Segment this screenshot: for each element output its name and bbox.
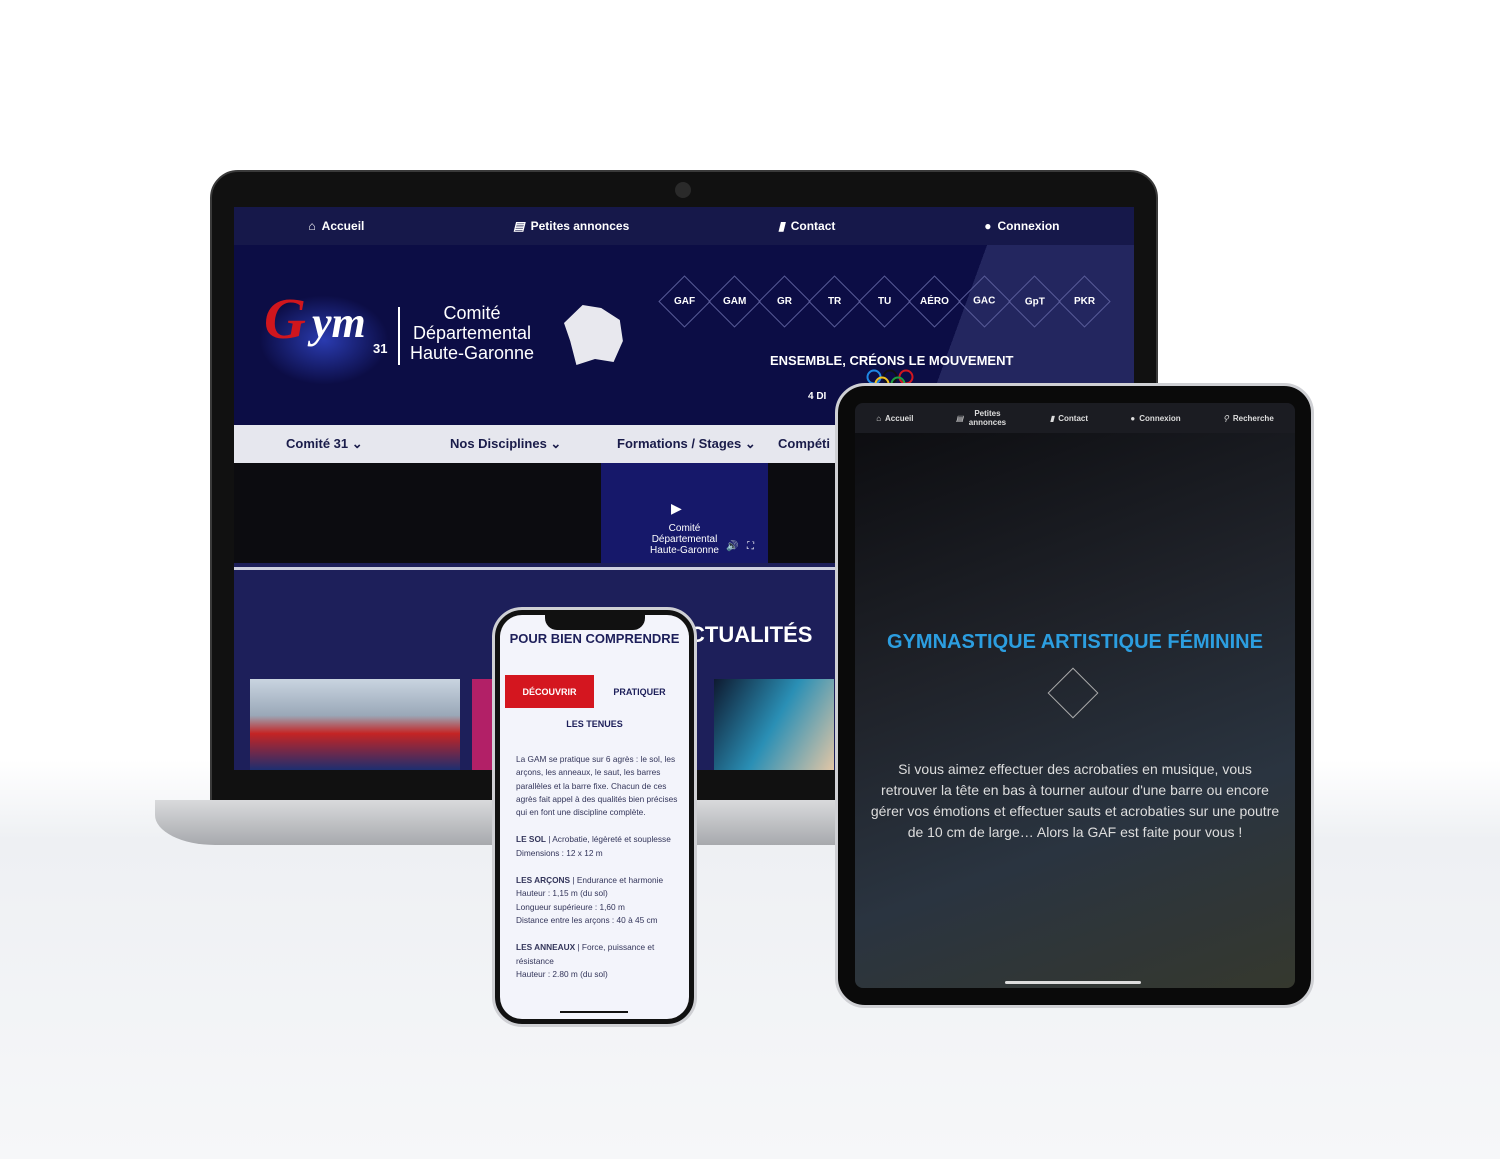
gymnast-beam-icon bbox=[1047, 667, 1099, 719]
volume-icon[interactable]: 🔊 bbox=[726, 541, 738, 552]
home-indicator bbox=[1005, 981, 1141, 984]
discipline-gpt[interactable]: GpT bbox=[1008, 275, 1061, 328]
discipline-gam[interactable]: GAM bbox=[708, 275, 761, 328]
slogan: ENSEMBLE, CRÉONS LE MOUVEMENT bbox=[770, 353, 1014, 368]
video-caption: Comité Départemental Haute-Garonne bbox=[650, 523, 719, 556]
discipline-tr[interactable]: TR bbox=[808, 275, 861, 328]
discipline-gaf[interactable]: GAF bbox=[658, 275, 711, 328]
list-icon: ▤ bbox=[955, 413, 964, 423]
discipline-gr[interactable]: GR bbox=[758, 275, 811, 328]
france-map bbox=[564, 305, 623, 365]
nav-connexion[interactable]: ● Connexion bbox=[984, 219, 1059, 233]
logo-number: 31 bbox=[373, 341, 388, 356]
tab-decouvrir[interactable]: DÉCOUVRIR bbox=[505, 675, 594, 708]
news-title: CTUALITÉS bbox=[689, 622, 813, 647]
discipline-aero[interactable]: AÉRO bbox=[908, 275, 961, 328]
nav-accueil[interactable]: ⌂ Accueil bbox=[308, 219, 364, 233]
committee-name: Comité Départemental Haute-Garonne bbox=[409, 303, 535, 363]
home-icon: ⌂ bbox=[876, 413, 882, 423]
nav-contact[interactable]: ▮ Contact bbox=[1050, 414, 1088, 423]
user-icon: ● bbox=[984, 219, 992, 233]
news-image[interactable] bbox=[250, 679, 460, 770]
play-icon[interactable]: ▶ bbox=[671, 501, 682, 515]
home-indicator bbox=[560, 1011, 628, 1013]
nav-petites-annonces[interactable]: ▤ Petites annonces bbox=[513, 219, 629, 233]
tabs: DÉCOUVRIR PRATIQUER bbox=[505, 675, 685, 708]
menu-comite[interactable]: Comité 31 ⌄ bbox=[286, 436, 363, 452]
fullscreen-icon[interactable]: ⛶ bbox=[747, 541, 754, 552]
nav-petites-annonces[interactable]: ▤ Petites annonces bbox=[956, 409, 1008, 427]
content: La GAM se pratique sur 6 agrès : le sol,… bbox=[516, 753, 678, 995]
contact-card-icon: ▮ bbox=[1049, 413, 1055, 423]
laptop-camera bbox=[675, 182, 691, 198]
home-icon: ⌂ bbox=[308, 219, 316, 233]
menu-formations[interactable]: Formations / Stages ⌄ bbox=[617, 436, 756, 452]
menu-disciplines[interactable]: Nos Disciplines ⌄ bbox=[450, 436, 561, 452]
nav-recherche[interactable]: ⚲ Recherche bbox=[1223, 414, 1274, 423]
nav-accueil[interactable]: ⌂ Accueil bbox=[876, 414, 913, 423]
logo-ym: ym bbox=[312, 298, 366, 347]
discipline-tu[interactable]: TU bbox=[858, 275, 911, 328]
section-title: POUR BIEN COMPRENDRE bbox=[509, 631, 680, 646]
hero-subtext: 4 DI bbox=[808, 391, 827, 402]
discipline-gac[interactable]: GAC bbox=[958, 275, 1011, 328]
contact-card-icon: ▮ bbox=[778, 219, 785, 233]
logo[interactable]: G bbox=[264, 285, 306, 352]
discipline-description: Si vous aimez effectuer des acrobaties e… bbox=[870, 761, 1280, 840]
section-sol: LE SOL | Acrobatie, légèreté et soupless… bbox=[516, 834, 671, 858]
intro-text: La GAM se pratique sur 6 agrès : le sol,… bbox=[516, 754, 678, 818]
tab-pratiquer[interactable]: PRATIQUER bbox=[594, 675, 685, 708]
news-image[interactable] bbox=[472, 679, 492, 770]
menu-competitions[interactable]: Compéti bbox=[778, 436, 830, 451]
nav-connexion[interactable]: ● Connexion bbox=[1130, 414, 1180, 423]
user-icon: ● bbox=[1130, 413, 1136, 423]
tablet-screen: ⌂ Accueil ▤ Petites annonces ▮ Contact ● Con… bbox=[855, 403, 1295, 988]
tab-les-tenues[interactable]: LES TENUES bbox=[500, 719, 689, 729]
discipline-pkr[interactable]: PKR bbox=[1058, 275, 1111, 328]
phone-notch bbox=[545, 612, 645, 630]
section-anneaux: LES ANNEAUX | Force, puissance et résist… bbox=[516, 942, 655, 979]
search-icon: ⚲ bbox=[1223, 413, 1229, 423]
top-nav: ⌂ Accueil ▤ Petites annonces ▮ Contact ● Con… bbox=[234, 207, 1134, 245]
tablet-nav: ⌂ Accueil ▤ Petites annonces ▮ Contact ● Con… bbox=[855, 403, 1295, 433]
news-image[interactable] bbox=[714, 679, 834, 770]
list-icon: ▤ bbox=[513, 219, 525, 233]
nav-contact[interactable]: ▮ Contact bbox=[778, 219, 835, 233]
discipline-icons: GAF GAM GR TR TU AÉRO GAC GpT PKR bbox=[658, 275, 1111, 328]
video-thumbnail[interactable]: ▶ Comité Départemental Haute-Garonne 🔊 ⛶ bbox=[601, 463, 768, 563]
discipline-title: GYMNASTIQUE ARTISTIQUE FÉMININE bbox=[887, 631, 1263, 653]
divider bbox=[398, 307, 400, 365]
section-arcons: LES ARÇONS | Endurance et harmonie Hauteu… bbox=[516, 875, 664, 925]
phone-screen: POUR BIEN COMPRENDRE DÉCOUVRIR PRATIQUER… bbox=[500, 615, 689, 1019]
